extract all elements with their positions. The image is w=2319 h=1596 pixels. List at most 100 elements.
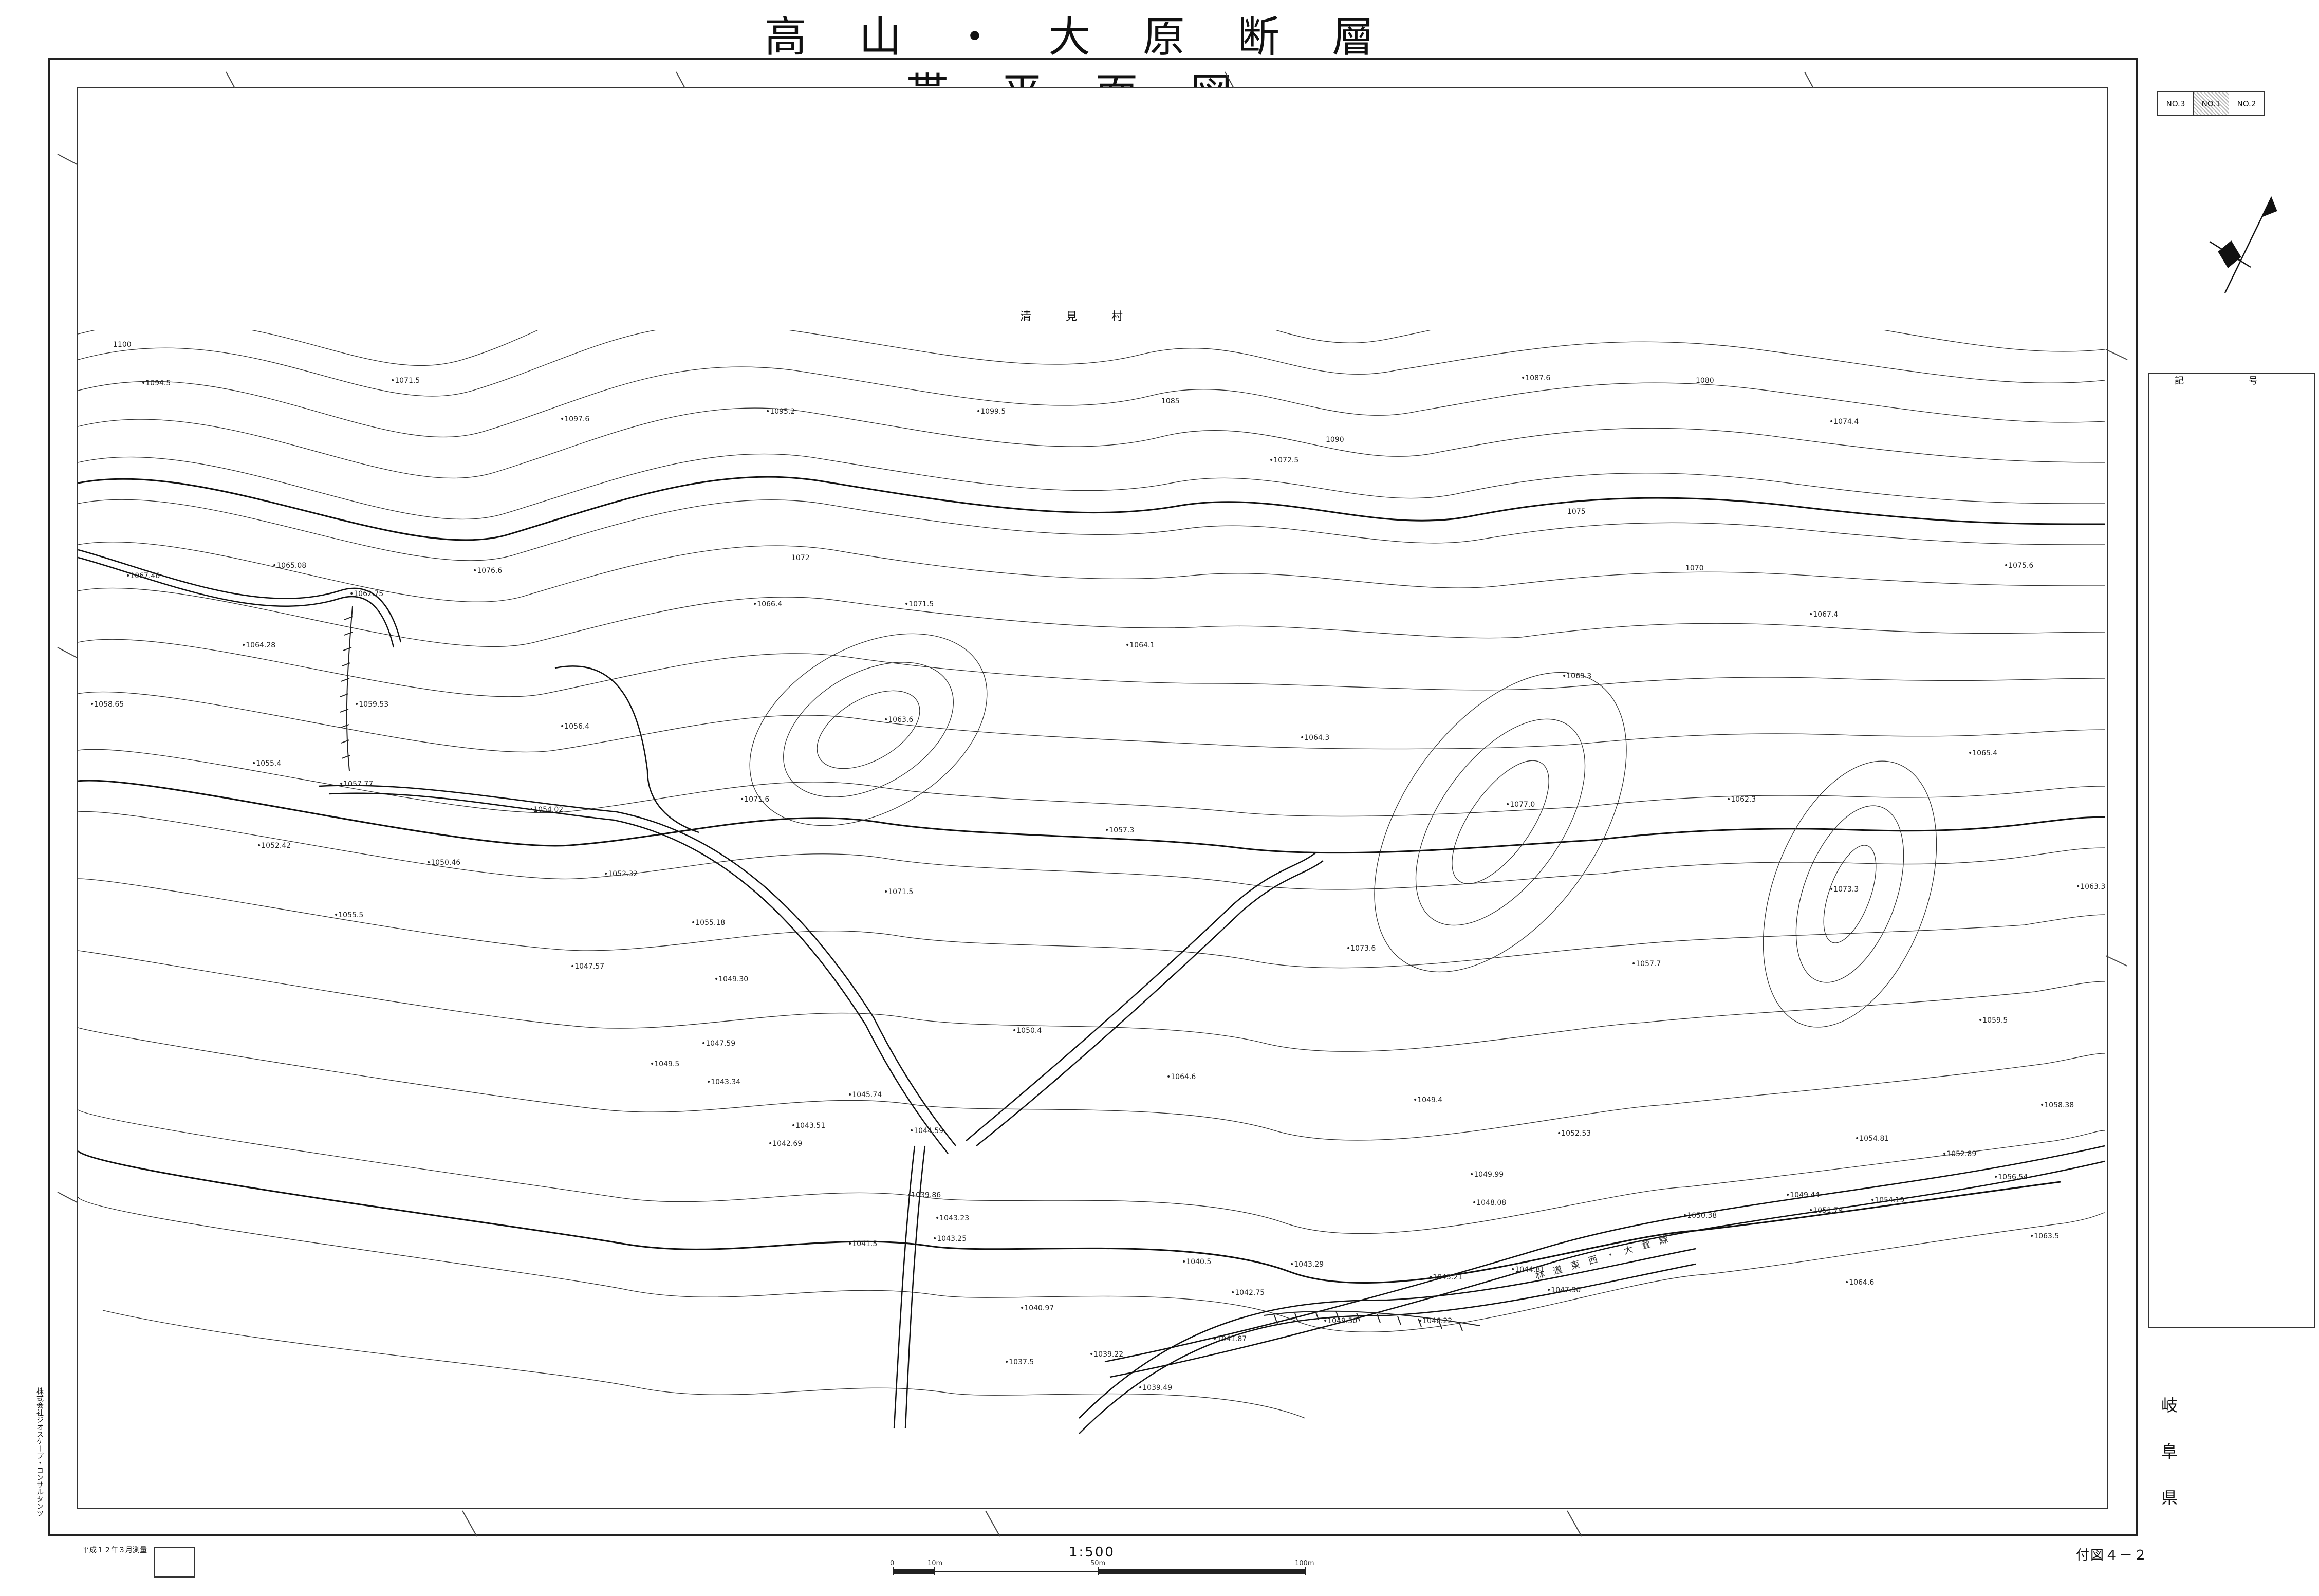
elev-label-64: •1054.81 <box>1855 1135 1889 1143</box>
elevation-labels: 1100 •1094.5 •1071.5 •1097.6 •1095.2 •10… <box>90 341 2105 1392</box>
elev-label-77: •1040.5 <box>1182 1258 1211 1266</box>
elev-label-75: •1041.5 <box>848 1240 877 1248</box>
stamp-box <box>154 1547 195 1578</box>
elev-label-74: •1050.38 <box>1683 1212 1717 1220</box>
elev-label-38: •1052.42 <box>257 842 291 850</box>
elev-label-86: •1049.50 <box>1323 1317 1357 1325</box>
elev-label-76: •1043.25 <box>933 1235 967 1243</box>
prefecture-char-3: 県 <box>2161 1488 2178 1508</box>
elev-label-49: •1047.57 <box>570 962 604 971</box>
elev-label-51: •1050.4 <box>1012 1027 1042 1035</box>
legend-title: 記 号 <box>2149 374 2314 389</box>
elev-label-17: 1072 <box>791 554 810 562</box>
legend-panel: 記 号 <box>2148 373 2315 1328</box>
elev-label-70: •1048.08 <box>1472 1199 1506 1207</box>
prefecture-char-1: 岐 <box>2161 1396 2178 1415</box>
elev-label-0: 1100 <box>113 341 132 349</box>
elev-label-18: •1066.4 <box>753 600 782 608</box>
elev-label-11: •1072.5 <box>1269 456 1298 465</box>
elev-label-26: •1058.65 <box>90 700 124 709</box>
elev-label-32: •1055.4 <box>252 759 281 768</box>
elev-label-36: •1077.0 <box>1506 801 1535 809</box>
elev-label-16: •1076.6 <box>473 567 502 575</box>
north-arrow-icon <box>2209 196 2277 293</box>
village-name-label: 清 見 村 <box>1020 310 1138 323</box>
elev-label-69: •1043.23 <box>935 1214 969 1222</box>
map-scale: 1:500 <box>1069 1545 1115 1560</box>
survey-date-note: 平成１２年３月測量 <box>82 1546 147 1554</box>
scale-label-0: 0 <box>890 1560 894 1567</box>
sheet-index-no1-current: NO.1 <box>2194 92 2229 115</box>
elev-label-39: •1050.46 <box>426 859 460 867</box>
elev-label-28: •1056.4 <box>560 722 589 731</box>
elev-label-88: •1041.87 <box>1213 1335 1247 1343</box>
elev-label-89: •1037.5 <box>1005 1358 1034 1366</box>
elev-label-71: •1049.44 <box>1786 1191 1820 1199</box>
company-credit: 株式会社ジオスケープ・コンサルタンツ <box>35 1387 44 1517</box>
elev-label-42: •1063.3 <box>2076 883 2105 891</box>
elev-label-78: •1043.29 <box>1290 1260 1324 1269</box>
elev-label-13: •1075.6 <box>2004 562 2033 570</box>
elev-label-79: •1045.21 <box>1428 1273 1462 1282</box>
sheet-index: NO.3 NO.1 NO.2 <box>2157 91 2265 116</box>
elev-label-8: •1074.4 <box>1829 418 1859 426</box>
scale-label-1: 10m <box>927 1560 942 1567</box>
elev-label-48: •1057.7 <box>1631 960 1661 968</box>
elev-label-91: •1039.49 <box>1138 1384 1172 1392</box>
elev-label-2: •1071.5 <box>391 377 420 385</box>
elev-label-20: 1070 <box>1685 564 1704 572</box>
elev-label-66: •1039.86 <box>907 1191 941 1199</box>
elev-label-87: •1046.22 <box>1418 1317 1452 1325</box>
elev-label-59: •1058.38 <box>2040 1101 2074 1109</box>
elev-label-25: •1069.3 <box>1562 672 1591 680</box>
scale-bar <box>893 1567 1306 1575</box>
elev-label-46: •1055.18 <box>691 919 725 927</box>
elev-label-15: •1065.08 <box>272 562 306 570</box>
elev-label-52: •1059.5 <box>1978 1016 2008 1025</box>
elev-label-12: 1075 <box>1567 508 1586 516</box>
sheet-index-no2: NO.2 <box>2237 99 2256 108</box>
elev-label-5: •1099.5 <box>976 407 1006 416</box>
scale-label-3: 100m <box>1295 1560 1314 1567</box>
elev-label-56: •1064.6 <box>1166 1073 1196 1081</box>
cliff-hatching <box>340 606 1480 1331</box>
elev-label-82: •1042.75 <box>1231 1289 1265 1297</box>
elev-label-44: •1071.5 <box>884 888 913 896</box>
elev-label-47: •1073.6 <box>1346 944 1376 953</box>
elev-label-14: •1067.46 <box>126 572 160 580</box>
elev-label-85: •1040.97 <box>1020 1304 1054 1312</box>
elev-label-83: •1047.90 <box>1547 1286 1581 1294</box>
elev-label-43: •1052.32 <box>604 870 638 878</box>
scale-bar-labels: 0 10m 50m 100m <box>890 1560 1314 1567</box>
elev-label-57: •1045.74 <box>848 1091 882 1099</box>
sheet-number: 付図４－２ <box>2076 1548 2148 1563</box>
elev-label-62: •1042.69 <box>768 1140 802 1148</box>
elev-label-29: •1063.6 <box>884 716 913 724</box>
elev-label-9: 1080 <box>1696 377 1714 385</box>
elev-label-58: •1049.4 <box>1413 1096 1442 1104</box>
scale-label-2: 50m <box>1090 1560 1105 1567</box>
elev-label-54: •1047.59 <box>701 1040 735 1048</box>
blank-bottom-area <box>78 1434 2105 1506</box>
prefecture-char-2: 阜 <box>2161 1442 2178 1461</box>
elev-label-81: •1063.5 <box>2030 1232 2059 1240</box>
elev-label-84: •1064.6 <box>1845 1278 1874 1287</box>
elev-label-7: •1087.6 <box>1521 374 1550 382</box>
summit-contours <box>749 633 1937 1028</box>
elev-label-68: •1056.54 <box>1994 1173 2028 1181</box>
elev-label-90: •1039.22 <box>1089 1350 1123 1359</box>
elev-label-22: •1062.75 <box>349 590 383 598</box>
elev-label-3: •1097.6 <box>560 415 589 423</box>
elev-label-23: •1064.28 <box>242 641 275 649</box>
elev-label-33: •1057.77 <box>339 780 373 788</box>
elev-label-21: •1067.4 <box>1809 610 1838 619</box>
elev-label-27: •1059.53 <box>355 700 388 709</box>
topographic-map: 1100 •1094.5 •1071.5 •1097.6 •1095.2 •10… <box>57 71 2312 1575</box>
elev-label-40: •1057.3 <box>1105 826 1134 834</box>
elev-label-55: •1043.34 <box>707 1078 740 1086</box>
roads <box>78 549 2105 1434</box>
elev-label-24: •1064.1 <box>1125 641 1155 649</box>
blank-top-area <box>78 88 2105 330</box>
sheet-index-no3: NO.3 <box>2158 92 2194 115</box>
elev-label-41: •1073.3 <box>1829 885 1859 894</box>
